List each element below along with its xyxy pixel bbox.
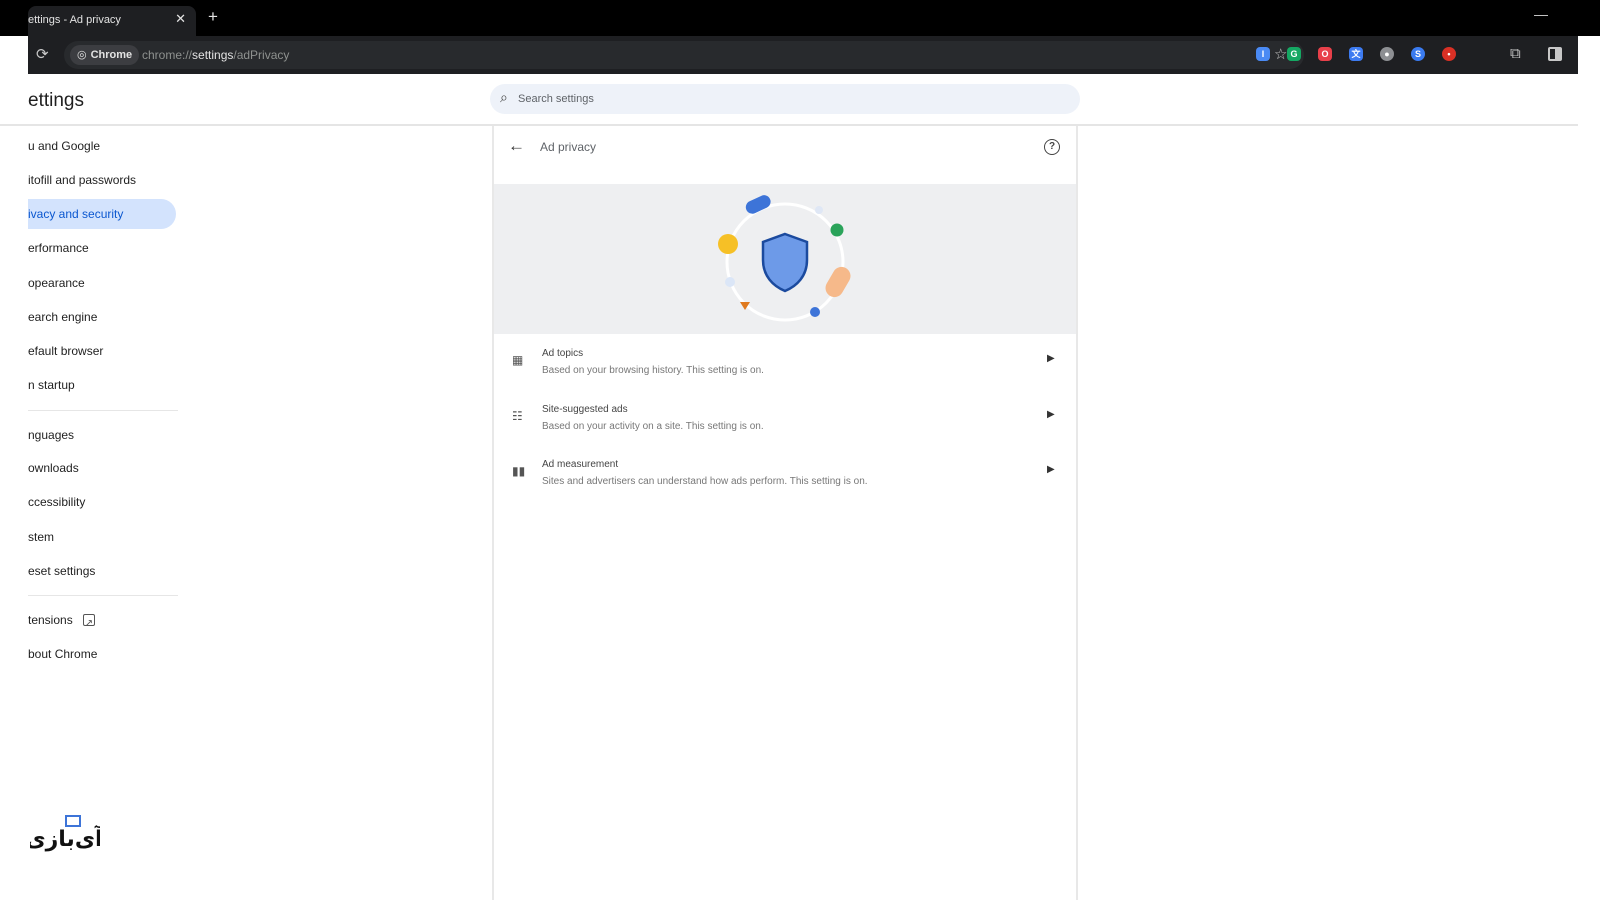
tab-strip: ettings - Ad privacy ✕ + — <box>0 0 1600 36</box>
row-title: Ad measurement <box>542 459 619 470</box>
extension-grammarly-icon[interactable]: G <box>1287 47 1301 61</box>
green-dot <box>830 223 844 237</box>
ad-topics-row[interactable]: ▦ Ad topics Based on your browsing histo… <box>494 338 1076 394</box>
sidebar-item-about-chrome[interactable]: bout Chrome <box>28 639 176 669</box>
page-title: Ad privacy <box>540 140 597 154</box>
extension-red-icon[interactable]: O <box>1318 47 1332 61</box>
extension-red-small-icon[interactable]: • <box>1442 47 1456 61</box>
ad-privacy-card: ← Ad privacy ? ▦ Ad topics Based on your… <box>492 126 1078 900</box>
site-suggested-icon: ☷ <box>512 409 523 423</box>
sidebar-item-default-browser[interactable]: efault browser <box>28 336 176 366</box>
extensions-puzzle-icon[interactable]: ⧉ <box>1510 45 1521 62</box>
sidebar-item-downloads[interactable]: ownloads <box>28 453 176 483</box>
sidebar-item-label: tensions <box>28 613 73 627</box>
sidebar-item-on-startup[interactable]: n startup <box>28 370 176 400</box>
sidebar-item-autofill[interactable]: itofill and passwords <box>28 165 176 195</box>
url-text[interactable]: chrome://settings/adPrivacy <box>142 48 289 62</box>
chrome-icon: ◎ <box>77 49 87 61</box>
url-path: /adPrivacy <box>233 48 290 62</box>
side-panel-icon[interactable] <box>1548 47 1562 61</box>
tab-settings[interactable]: ettings - Ad privacy ✕ <box>28 6 196 36</box>
url-scheme: chrome:// <box>142 48 193 62</box>
ad-privacy-illustration <box>494 184 1076 334</box>
sidebar-item-accessibility[interactable]: ccessibility <box>28 487 176 517</box>
minimize-button[interactable]: — <box>1534 6 1548 22</box>
sidebar-divider <box>28 410 178 411</box>
extension-translate-icon[interactable]: 文 <box>1349 47 1363 61</box>
address-bar[interactable]: ◎ Chrome chrome://settings/adPrivacy ☆ <box>64 41 1304 69</box>
logo-accent <box>65 815 81 827</box>
extension-blue-round-icon[interactable]: S <box>1411 47 1425 61</box>
back-arrow-icon[interactable]: ← <box>508 136 525 156</box>
reload-icon[interactable]: ⟳ <box>36 45 49 63</box>
row-subtitle: Based on your browsing history. This set… <box>542 365 764 376</box>
site-info-chip[interactable]: ◎ Chrome <box>70 45 140 65</box>
light-dot <box>815 206 823 214</box>
external-link-icon <box>82 609 95 635</box>
chevron-right-icon: ▶ <box>1047 409 1055 420</box>
settings-header: ettings ⌕ <box>0 74 1578 126</box>
sidebar-item-appearance[interactable]: opearance <box>28 268 176 298</box>
search-input[interactable] <box>518 84 1058 114</box>
bookmark-star-icon[interactable]: ☆ <box>1274 45 1287 63</box>
row-subtitle: Sites and advertisers can understand how… <box>542 476 868 487</box>
shield-icon <box>761 232 809 293</box>
sidebar-divider <box>28 595 178 596</box>
shield-illustration <box>718 195 851 322</box>
extension-gray-icon[interactable]: ● <box>1380 47 1394 61</box>
site-watermark-logo: آی‌بازی <box>30 815 100 852</box>
row-subtitle: Based on your activity on a site. This s… <box>542 421 764 432</box>
yellow-dot <box>718 234 738 254</box>
bar-chart-icon: ▮▮ <box>512 464 526 478</box>
browser-window: ettings - Ad privacy ✕ + — ⟳ ◎ Chrome chr… <box>0 0 1600 900</box>
site-chip-label: Chrome <box>90 49 133 61</box>
help-icon[interactable]: ? <box>1044 139 1060 155</box>
settings-title: ettings <box>28 90 84 111</box>
search-box[interactable]: ⌕ <box>490 84 1080 114</box>
search-icon: ⌕ <box>500 89 508 105</box>
peach-pill-shape <box>825 266 851 298</box>
close-tab-icon[interactable]: ✕ <box>175 11 186 27</box>
extension-blue-icon[interactable]: I <box>1256 47 1270 61</box>
sidebar-item-search-engine[interactable]: earch engine <box>28 302 176 332</box>
sidebar-item-privacy[interactable]: ivacy and security <box>28 199 176 229</box>
light-blue-dot <box>725 277 735 287</box>
sidebar-item-reset-settings[interactable]: eset settings <box>28 556 176 586</box>
chevron-right-icon: ▶ <box>1047 464 1055 475</box>
ad-measurement-row[interactable]: ▮▮ Ad measurement Sites and advertisers … <box>494 449 1076 505</box>
sidebar-item-extensions[interactable]: tensions <box>28 605 176 635</box>
blue-pill-shape <box>745 195 771 214</box>
new-tab-button[interactable]: + <box>208 7 218 27</box>
chevron-right-icon: ▶ <box>1047 353 1055 364</box>
row-title: Ad topics <box>542 348 584 359</box>
sidebar-item-system[interactable]: stem <box>28 522 176 552</box>
sidebar-item-you-and-google[interactable]: u and Google <box>28 131 176 161</box>
sidebar-item-languages[interactable]: nguages <box>28 420 176 450</box>
logo-text: آی‌بازی <box>30 824 100 852</box>
blue-dot <box>810 307 820 317</box>
site-suggested-ads-row[interactable]: ☷ Site-suggested ads Based on your activ… <box>494 394 1076 450</box>
card-header: ← Ad privacy ? <box>494 126 1076 184</box>
browser-toolbar: ⟳ ◎ Chrome chrome://settings/adPrivacy ☆ … <box>28 36 1578 74</box>
sidebar-item-performance[interactable]: erformance <box>28 233 176 263</box>
row-title: Site-suggested ads <box>542 404 628 415</box>
ad-topics-icon: ▦ <box>512 353 524 367</box>
tab-title: ettings - Ad privacy <box>28 14 121 26</box>
url-host: settings <box>192 48 234 62</box>
